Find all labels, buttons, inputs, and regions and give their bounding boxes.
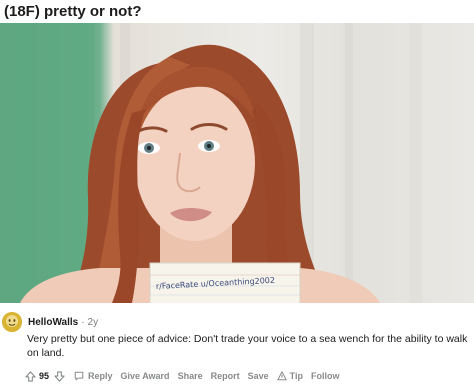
reply-label: Reply (88, 371, 113, 381)
tip-button[interactable]: Tip (276, 371, 303, 381)
report-button[interactable]: Report (211, 371, 240, 381)
follow-button[interactable]: Follow (311, 371, 340, 381)
downvote-icon (54, 370, 65, 382)
upvote-count: 95 (39, 371, 50, 381)
handwritten-sign: r/FaceRate u/Oceanthing2002 (149, 262, 301, 303)
green-wall (0, 23, 95, 303)
avatar[interactable] (2, 312, 22, 332)
comment-username[interactable]: HelloWalls (28, 317, 78, 328)
comment: HelloWalls · 2y Very pretty but one piece … (0, 308, 474, 382)
tip-label: Tip (289, 371, 303, 381)
tip-icon (276, 371, 287, 381)
photo-illustration: r/FaceRate u/Oceanthing2002 (0, 23, 422, 303)
reply-icon (74, 371, 84, 381)
upvote-button[interactable] (25, 370, 39, 382)
upvote-icon (25, 370, 36, 382)
share-button[interactable]: Share (178, 371, 203, 381)
comment-text: Very pretty but one piece of advice: Don… (27, 333, 468, 359)
comment-meta: HelloWalls · 2y (28, 316, 98, 330)
save-button[interactable]: Save (248, 371, 269, 381)
post-title: (18F) pretty or not? (4, 3, 142, 20)
post-image[interactable]: r/FaceRate u/Oceanthing2002 (0, 23, 474, 303)
comment-age: 2y (87, 317, 99, 328)
comment-actions: 95 Reply Give Award Share Report Save Ti… (25, 368, 470, 384)
reply-button[interactable]: Reply (68, 371, 113, 381)
downvote-button[interactable] (54, 370, 68, 382)
avatar-icon (2, 312, 22, 332)
give-award-button[interactable]: Give Award (121, 371, 170, 381)
meta-separator: · (81, 317, 85, 328)
